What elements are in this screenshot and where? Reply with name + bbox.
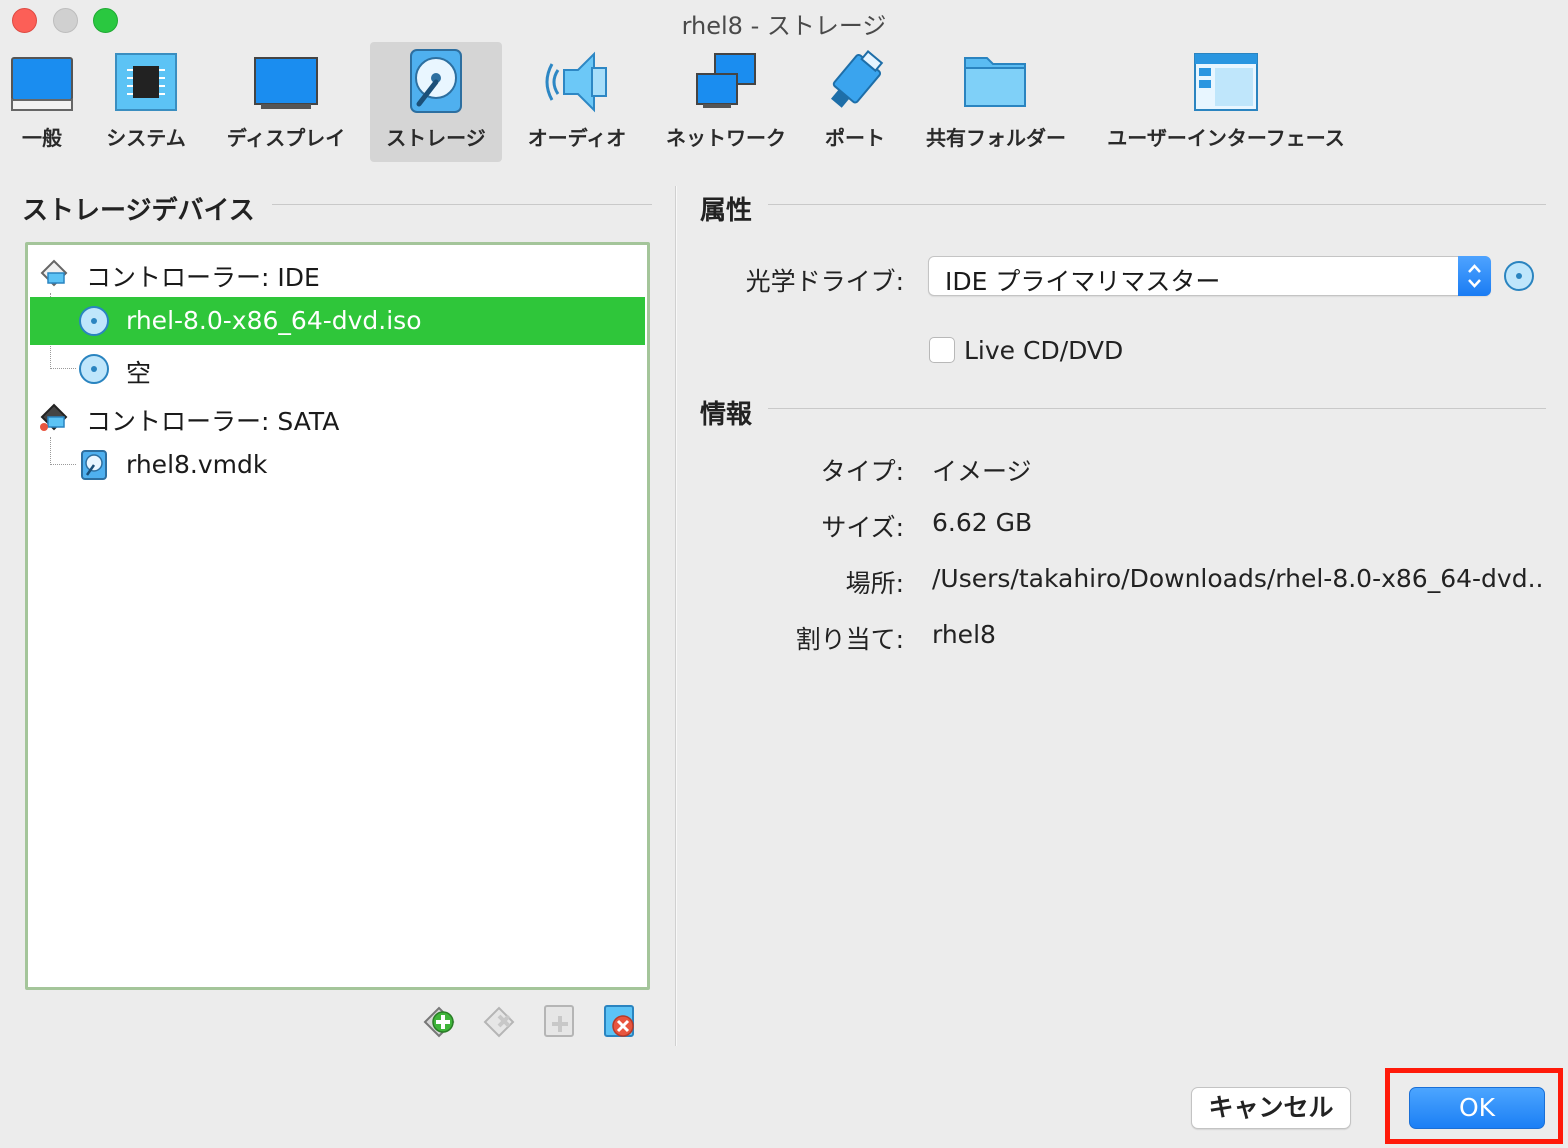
section-divider	[272, 204, 652, 205]
port-plug-icon	[830, 50, 884, 108]
remove-attachment-icon[interactable]	[601, 1002, 639, 1040]
info-location-value: /Users/takahiro/Downloads/rhel-8.0-x86_6…	[932, 564, 1546, 593]
hard-disk-icon	[81, 450, 107, 480]
tab-general[interactable]: 一般	[0, 42, 84, 162]
section-divider	[768, 408, 1546, 409]
tree-item-empty-drive[interactable]: 空	[30, 345, 645, 393]
storage-tree[interactable]: コントローラー: IDE rhel-8.0-x86_64-dvd.iso 空 コ…	[25, 242, 650, 990]
add-attachment-icon[interactable]	[541, 1002, 579, 1040]
tree-item-ide-controller[interactable]: コントローラー: IDE	[30, 249, 645, 297]
select-stepper-icon	[1458, 256, 1491, 296]
general-monitor-icon	[11, 57, 73, 111]
tab-ports[interactable]: ポート	[812, 42, 898, 162]
tree-item-sata-controller[interactable]: コントローラー: SATA	[30, 393, 645, 441]
settings-toolbar: 一般 システム ディスプレイ ストレージ オーディオ ネットワーク ポート 共有…	[0, 42, 1568, 162]
info-size-value: 6.62 GB	[932, 508, 1033, 537]
info-attached-value: rhel8	[932, 620, 996, 649]
chip-icon	[115, 53, 177, 111]
tab-network[interactable]: ネットワーク	[660, 42, 792, 162]
cd-icon	[79, 354, 109, 384]
attributes-title: 属性	[700, 196, 753, 226]
storage-devices-title: ストレージデバイス	[22, 196, 255, 226]
info-type-label: タイプ:	[820, 457, 904, 486]
cd-icon	[79, 306, 109, 336]
tree-item-dvd-iso[interactable]: rhel-8.0-x86_64-dvd.iso	[30, 297, 645, 345]
cancel-button[interactable]: キャンセル	[1191, 1087, 1351, 1129]
display-icon	[254, 57, 318, 109]
info-type-value: イメージ	[932, 457, 1032, 486]
tab-shared-folders[interactable]: 共有フォルダー	[918, 42, 1074, 162]
tree-item-vmdk-disk[interactable]: rhel8.vmdk	[30, 441, 645, 489]
section-divider	[768, 204, 1546, 205]
info-attached-label: 割り当て:	[795, 625, 904, 654]
title-bar: rhel8 - ストレージ	[0, 0, 1568, 40]
information-title: 情報	[700, 400, 753, 430]
add-controller-icon[interactable]	[421, 1002, 459, 1040]
ide-controller-icon	[40, 259, 68, 287]
tab-system[interactable]: システム	[100, 42, 192, 162]
optical-drive-value: IDE プライマリマスター	[945, 267, 1221, 296]
panel-divider	[675, 186, 677, 1046]
window-title: rhel8 - ストレージ	[681, 12, 887, 40]
remove-controller-icon[interactable]	[481, 1002, 519, 1040]
live-cd-checkbox[interactable]	[929, 337, 955, 363]
live-cd-label: Live CD/DVD	[964, 336, 1124, 365]
ui-window-icon	[1194, 53, 1258, 111]
optical-drive-label: 光学ドライブ:	[745, 267, 904, 296]
tab-storage[interactable]: ストレージ	[370, 42, 502, 162]
storage-disk-icon	[410, 49, 462, 113]
optical-drive-select[interactable]: IDE プライマリマスター	[928, 256, 1491, 296]
tab-display[interactable]: ディスプレイ	[218, 42, 354, 162]
network-icon	[696, 53, 756, 108]
info-location-label: 場所:	[845, 569, 904, 598]
ok-button[interactable]: OK	[1409, 1087, 1545, 1129]
choose-disk-image-cd-icon[interactable]	[1503, 260, 1535, 292]
info-size-label: サイズ:	[821, 513, 904, 542]
tab-audio[interactable]: オーディオ	[515, 42, 639, 162]
sata-controller-icon	[40, 403, 68, 431]
tab-user-interface[interactable]: ユーザーインターフェース	[1098, 42, 1354, 162]
folder-icon	[964, 57, 1026, 107]
speaker-icon	[545, 51, 607, 113]
